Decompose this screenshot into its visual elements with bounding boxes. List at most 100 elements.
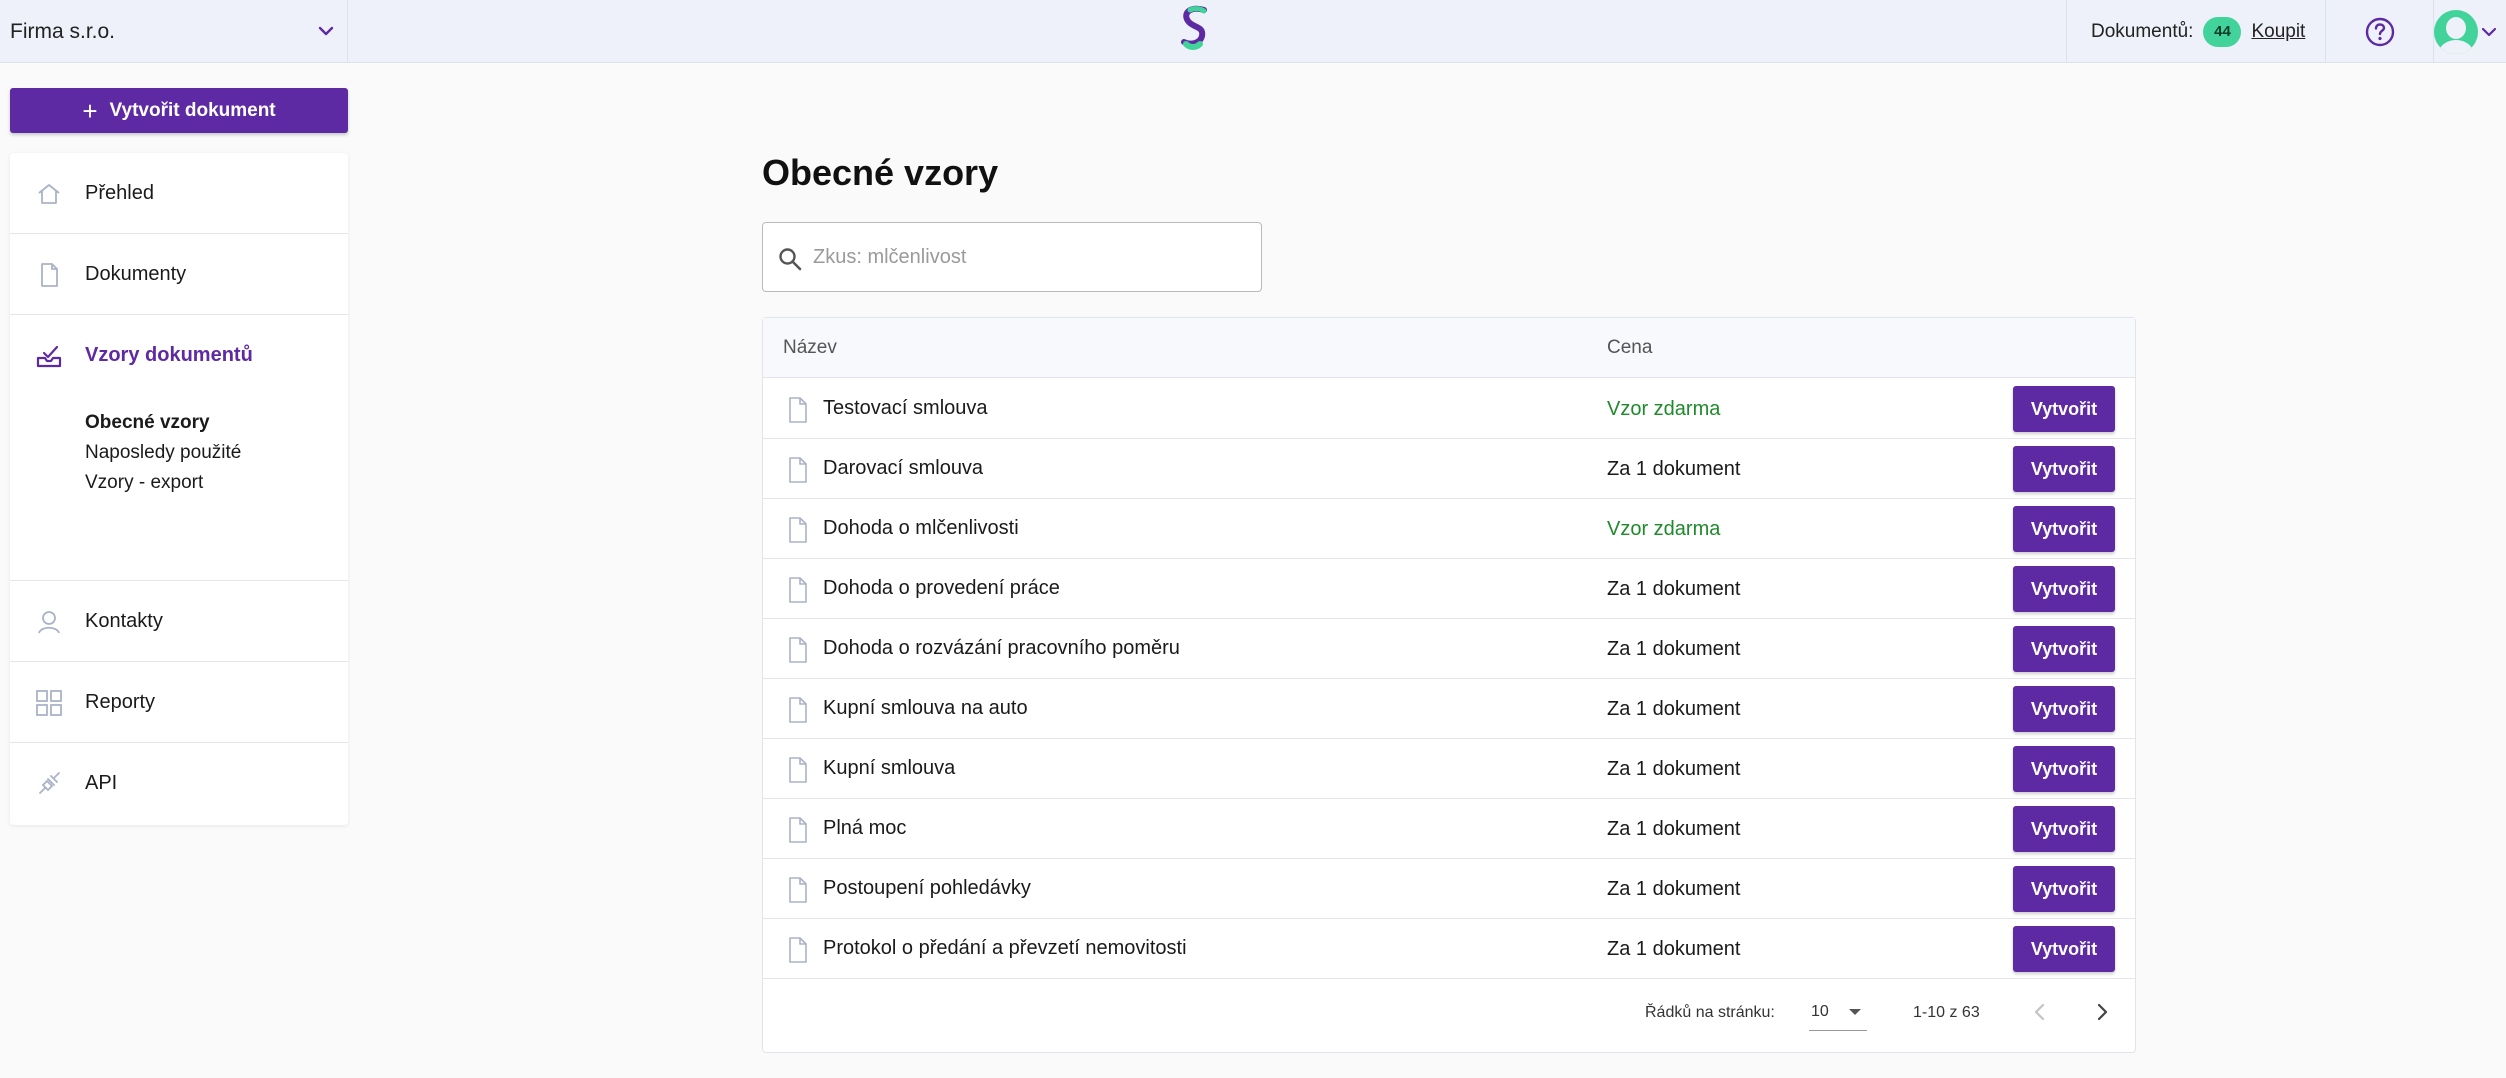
table-row: Dohoda o rozvázání pracovního poměru Za 1…: [763, 619, 2135, 679]
document-icon: [789, 877, 807, 903]
document-icon: [41, 263, 58, 287]
document-icon: [789, 577, 807, 603]
company-switcher[interactable]: Firma s.r.o.: [0, 0, 348, 63]
template-price: Vzor zdarma: [1607, 518, 1721, 540]
user-menu[interactable]: [2434, 0, 2506, 63]
buy-link[interactable]: Koupit: [2251, 21, 2305, 43]
create-template-button[interactable]: Vytvořit: [2013, 446, 2115, 492]
create-template-button[interactable]: Vytvořit: [2013, 506, 2115, 552]
create-template-button[interactable]: Vytvořit: [2013, 626, 2115, 672]
template-price: Za 1 dokument: [1607, 818, 1741, 840]
table-row: Protokol o předání a převzetí nemovitost…: [763, 919, 2135, 979]
subnav-recently-used[interactable]: Naposledy použité: [85, 442, 241, 464]
app-logo-icon[interactable]: [1174, 4, 1216, 52]
search-box: [762, 222, 1262, 292]
create-template-button[interactable]: Vytvořit: [2013, 386, 2115, 432]
document-credits: Dokumentů: 44 Koupit: [2066, 0, 2326, 63]
sidebar-item-label: Kontakty: [85, 609, 163, 632]
create-document-button[interactable]: + Vytvořit dokument: [10, 88, 348, 133]
table-row: Darovací smlouva Za 1 dokument Vytvořit: [763, 439, 2135, 499]
grid-report-icon: [36, 690, 62, 716]
top-bar: Firma s.r.o. Dokumentů: 44 Koupit: [0, 0, 2506, 63]
pagination-range: 1-10 z 63: [1913, 1004, 1980, 1021]
template-price: Za 1 dokument: [1607, 938, 1741, 960]
next-page-icon[interactable]: [2087, 997, 2117, 1027]
template-inbox-icon: [36, 345, 62, 368]
help-icon: [2365, 17, 2394, 46]
create-template-button[interactable]: Vytvořit: [2013, 746, 2115, 792]
document-icon: [789, 817, 807, 843]
document-icon: [789, 697, 807, 723]
template-name: Dohoda o rozvázání pracovního poměru: [823, 637, 1180, 659]
create-template-button[interactable]: Vytvořit: [2013, 566, 2115, 612]
document-icon: [789, 457, 807, 483]
documents-label: Dokumentů:: [2091, 20, 2194, 42]
sidebar-item-overview[interactable]: Přehled: [10, 153, 348, 233]
column-header-price: Cena: [1607, 337, 1653, 358]
sidebar-item-reports[interactable]: Reporty: [10, 662, 348, 742]
table-row: Dohoda o mlčenlivosti Vzor zdarma Vytvořit: [763, 499, 2135, 559]
chevron-down-icon: [2481, 27, 2497, 36]
sidebar-item-templates[interactable]: Vzory dokumentů: [10, 315, 348, 395]
rows-per-page-label: Řádků na stránku:: [1645, 1004, 1775, 1021]
chevron-down-icon: [318, 26, 334, 36]
rows-per-page-select[interactable]: 10: [1809, 991, 1867, 1031]
company-name: Firma s.r.o.: [10, 19, 116, 43]
template-name: Testovací smlouva: [823, 397, 988, 419]
contact-icon: [38, 611, 60, 634]
pagination: Řádků na stránku: 10 1-10 z 63: [763, 979, 2135, 1053]
template-price: Za 1 dokument: [1607, 758, 1741, 780]
table-header: Název Cena: [763, 318, 2135, 378]
plug-icon: [39, 772, 60, 794]
document-icon: [789, 517, 807, 543]
avatar: [2434, 9, 2478, 54]
template-name: Postoupení pohledávky: [823, 877, 1031, 899]
home-icon: [38, 184, 60, 204]
sidebar-item-contacts[interactable]: Kontakty: [10, 581, 348, 661]
sidebar-item-label: API: [85, 771, 118, 794]
template-price: Za 1 dokument: [1607, 698, 1741, 720]
rows-per-page-value: 10: [1811, 1003, 1829, 1020]
table-row: Kupní smlouva na auto Za 1 dokument Vytvoř…: [763, 679, 2135, 739]
template-name: Dohoda o provedení práce: [823, 577, 1060, 599]
column-header-name: Název: [783, 337, 837, 358]
template-name: Kupní smlouva: [823, 757, 956, 779]
template-price: Za 1 dokument: [1607, 638, 1741, 660]
sidebar-item-label: Reporty: [85, 690, 156, 713]
template-name: Protokol o předání a převzetí nemovitost…: [823, 937, 1187, 959]
template-price: Za 1 dokument: [1607, 578, 1741, 600]
template-price: Za 1 dokument: [1607, 878, 1741, 900]
create-document-label: Vytvořit dokument: [109, 99, 276, 121]
page-title: Obecné vzory: [762, 152, 999, 193]
sidebar: Přehled Dokumenty Vzory dokumentů Obecné…: [10, 153, 348, 825]
help-button[interactable]: [2326, 0, 2434, 63]
table-row: Postoupení pohledávky Za 1 dokument Vytvoř…: [763, 859, 2135, 919]
plus-icon: +: [82, 95, 98, 126]
subnav-general-templates[interactable]: Obecné vzory: [85, 412, 210, 434]
previous-page-icon[interactable]: [2025, 997, 2055, 1027]
search-input[interactable]: [813, 245, 1243, 269]
sidebar-item-api[interactable]: API: [10, 743, 348, 823]
sidebar-item-documents[interactable]: Dokumenty: [10, 234, 348, 314]
template-name: Kupní smlouva na auto: [823, 697, 1028, 719]
templates-table: Název Cena Testovací smlouva Vzor zdarma V…: [762, 317, 2136, 1053]
template-name: Darovací smlouva: [823, 457, 984, 479]
create-template-button[interactable]: Vytvořit: [2013, 806, 2115, 852]
subnav-templates-export[interactable]: Vzory - export: [85, 472, 203, 494]
document-icon: [789, 937, 807, 963]
document-icon: [789, 637, 807, 663]
template-price: Za 1 dokument: [1607, 458, 1741, 480]
document-icon: [789, 757, 807, 783]
sidebar-item-label: Dokumenty: [85, 262, 187, 285]
create-template-button[interactable]: Vytvořit: [2013, 866, 2115, 912]
document-icon: [789, 397, 807, 423]
template-name: Dohoda o mlčenlivosti: [823, 517, 1019, 539]
sidebar-item-label: Vzory dokumentů: [85, 343, 253, 366]
table-row: Dohoda o provedení práce Za 1 dokument Vyt…: [763, 559, 2135, 619]
template-name: Plná moc: [823, 817, 907, 839]
caret-down-icon: [1849, 1009, 1861, 1015]
create-template-button[interactable]: Vytvořit: [2013, 926, 2115, 972]
create-template-button[interactable]: Vytvořit: [2013, 686, 2115, 732]
template-price: Vzor zdarma: [1607, 398, 1721, 420]
table-row: Testovací smlouva Vzor zdarma Vytvořit: [763, 379, 2135, 439]
